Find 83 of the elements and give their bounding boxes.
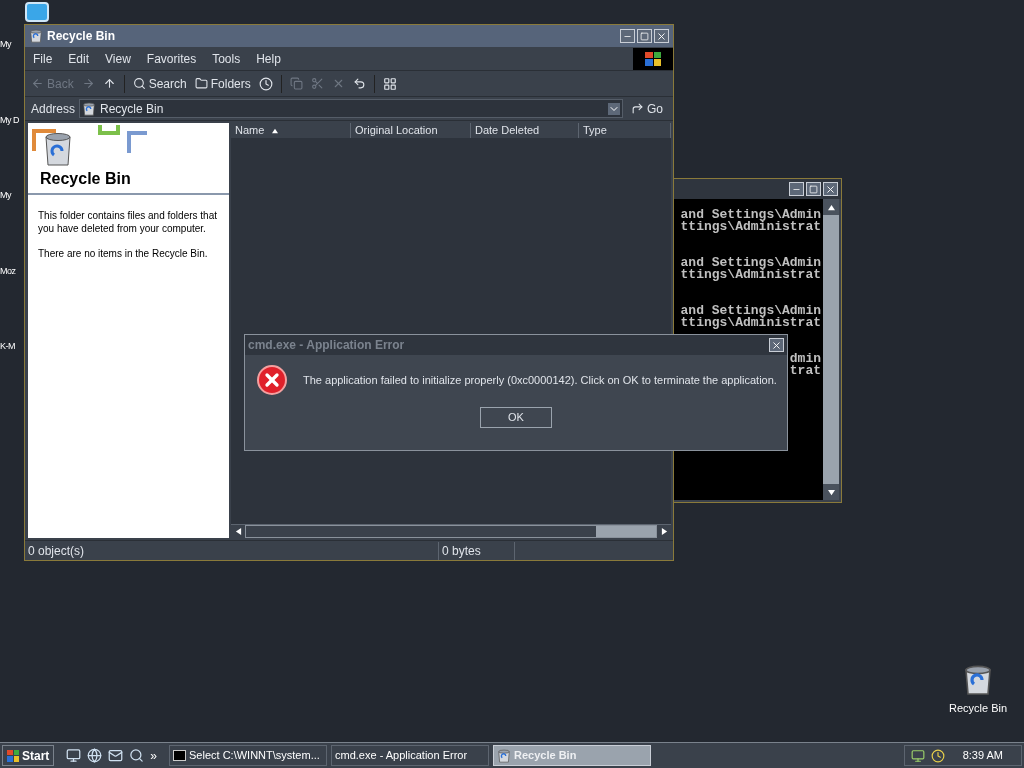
column-header[interactable]: Type xyxy=(579,123,671,138)
column-header[interactable]: Original Location xyxy=(351,123,471,138)
description-text: This folder contains files and folders that you have deleted from your computer. xyxy=(38,209,218,235)
scrollbar-thumb[interactable] xyxy=(596,526,656,537)
maximize-button[interactable] xyxy=(806,182,821,196)
status-text: 0 object(s) xyxy=(25,541,439,560)
taskbar-button[interactable]: Select C:\WINNT\system... xyxy=(169,745,328,766)
go-button[interactable]: Go xyxy=(627,99,667,118)
desktop-icon-label[interactable]: Moz xyxy=(0,264,23,278)
start-button[interactable]: Start xyxy=(2,745,55,766)
search-icon[interactable] xyxy=(129,748,145,763)
menu-item[interactable]: Tools xyxy=(204,49,249,68)
menu-item[interactable]: View xyxy=(97,49,139,68)
minimize-button[interactable] xyxy=(620,29,635,43)
address-field[interactable]: Recycle Bin xyxy=(79,99,623,118)
folder-icon xyxy=(194,77,208,90)
desktop-icon[interactable] xyxy=(66,748,82,763)
go-arrow-icon xyxy=(631,102,644,115)
pane-heading: Recycle Bin xyxy=(40,169,132,189)
maximize-button[interactable] xyxy=(637,29,652,43)
close-button[interactable] xyxy=(769,338,784,352)
search-button[interactable]: Search xyxy=(132,74,187,93)
close-icon xyxy=(771,339,782,351)
back-arrow-icon xyxy=(31,77,44,90)
mail-icon[interactable] xyxy=(108,748,124,763)
description-text: There are no items in the Recycle Bin. xyxy=(38,247,209,260)
clock-time: 8:39 AM xyxy=(961,748,1004,764)
column-header[interactable]: Name xyxy=(231,123,351,138)
scroll-up-arrow-icon xyxy=(827,203,835,211)
close-button[interactable] xyxy=(823,182,838,196)
console-text: and Settings\Admin xyxy=(680,305,821,317)
desktop-icon-label[interactable]: My xyxy=(0,38,23,52)
trash-bin-icon xyxy=(29,29,43,43)
close-button[interactable] xyxy=(654,29,669,43)
window-title: Recycle Bin xyxy=(47,28,117,45)
desktop-icon-label[interactable]: K-M xyxy=(0,340,23,354)
vertical-scrollbar[interactable] xyxy=(823,199,839,500)
windows-logo-icon xyxy=(7,749,19,762)
ok-button[interactable]: OK xyxy=(480,407,552,428)
trash-bin-icon xyxy=(82,101,97,116)
desktop-icon-label[interactable]: My xyxy=(0,189,23,203)
console-text: dmin xyxy=(789,353,821,365)
scroll-left-arrow-icon xyxy=(234,528,242,535)
dialog-title: cmd.exe - Application Error xyxy=(248,337,406,354)
console-text: and Settings\Admin xyxy=(680,209,821,221)
console-text: ttings\Administrat xyxy=(680,221,821,233)
undo-icon[interactable] xyxy=(352,77,366,90)
console-text: and Settings\Admin xyxy=(680,257,821,269)
menu-item[interactable]: Favorites xyxy=(138,49,205,68)
sort-arrow-icon xyxy=(272,127,279,134)
taskbar-button[interactable]: cmd.exe - Application Error xyxy=(331,745,490,766)
menu-item[interactable]: Help xyxy=(248,49,289,68)
maximize-icon xyxy=(640,31,649,41)
console-icon xyxy=(173,750,187,761)
trash-bin-icon xyxy=(962,664,994,696)
scroll-right-arrow-icon xyxy=(660,528,668,535)
address-label: Address xyxy=(31,100,76,118)
close-icon xyxy=(656,30,667,42)
search-icon xyxy=(132,77,146,90)
minimize-button[interactable] xyxy=(789,182,804,196)
menu-item[interactable]: Edit xyxy=(60,49,98,68)
scroll-down-arrow-icon xyxy=(827,488,835,496)
maximize-icon xyxy=(809,184,818,194)
console-text: ttings\Administrat xyxy=(680,269,821,281)
folders-button[interactable]: Folders xyxy=(194,74,251,93)
menu-item[interactable]: File xyxy=(25,49,61,68)
clock-icon[interactable] xyxy=(930,748,945,763)
trash-bin-icon xyxy=(497,748,512,763)
desktop-icon-label[interactable]: My D xyxy=(0,113,23,127)
globe-icon[interactable] xyxy=(87,748,103,763)
more-chevron[interactable]: » xyxy=(150,746,158,765)
column-header[interactable]: Date Deleted xyxy=(471,123,579,138)
error-icon xyxy=(257,365,287,395)
clock-icon[interactable] xyxy=(258,76,273,91)
windows-logo-icon xyxy=(633,47,673,70)
console-text: ttings\Administrat xyxy=(680,317,821,329)
close-icon xyxy=(825,183,836,195)
console-text: trat xyxy=(789,365,821,377)
desktop-icon-label[interactable]: Recycle Bin xyxy=(948,700,1008,717)
views-icon[interactable] xyxy=(382,76,397,91)
error-message: The application failed to initialize properly (0xc0000142). Click on OK to terminate the application. xyxy=(303,372,777,388)
monitor-icon[interactable] xyxy=(25,2,49,22)
status-text: 0 bytes xyxy=(439,541,515,560)
